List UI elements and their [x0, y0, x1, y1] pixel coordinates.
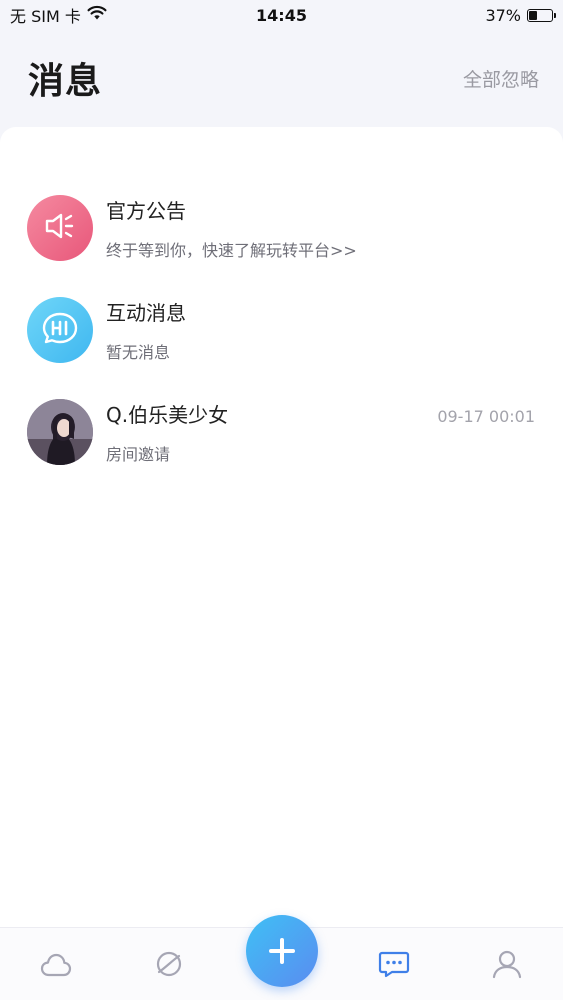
status-bar: 无 SIM 卡 14:45 37% [0, 0, 563, 30]
battery-fill [529, 10, 538, 20]
battery-percent: 37% [485, 5, 521, 25]
nav-item-profile[interactable] [477, 934, 537, 994]
wifi-icon [87, 5, 107, 25]
profile-icon [492, 950, 521, 979]
message-time: 09-17 00:01 [437, 407, 535, 426]
chat-icon [378, 951, 410, 978]
page-header: 消息 全部忽略 [0, 30, 563, 126]
message-top: 互动消息 [106, 297, 535, 326]
hi-bubble-icon [41, 311, 79, 349]
message-item-user[interactable]: Q.伯乐美少女 09-17 00:01 房间邀请 [0, 381, 563, 483]
message-top: 官方公告 [106, 195, 535, 224]
message-title: 官方公告 [106, 199, 186, 223]
message-list: 官方公告 终于等到你，快速了解玩转平台>> 互动消息 暂无消息 Q.伯乐美少女 … [0, 127, 563, 483]
message-item-interaction[interactable]: 互动消息 暂无消息 [0, 279, 563, 381]
message-title: 互动消息 [106, 301, 186, 325]
message-body: 官方公告 终于等到你，快速了解玩转平台>> [106, 195, 535, 261]
message-item-announcement[interactable]: 官方公告 终于等到你，快速了解玩转平台>> [0, 177, 563, 279]
cloud-icon [41, 953, 72, 977]
user-photo-icon [27, 399, 93, 465]
announcement-avatar [27, 195, 93, 261]
status-left: 无 SIM 卡 [10, 3, 107, 27]
message-top: Q.伯乐美少女 09-17 00:01 [106, 399, 535, 428]
interaction-avatar [27, 297, 93, 363]
create-button[interactable] [246, 915, 318, 987]
nav-item-discover[interactable] [139, 934, 199, 994]
status-right: 37% [485, 5, 556, 25]
user-avatar [27, 399, 93, 465]
message-preview: 房间邀请 [106, 445, 171, 464]
message-body: Q.伯乐美少女 09-17 00:01 房间邀请 [106, 399, 535, 465]
battery-icon [527, 8, 556, 22]
messages-screen: 无 SIM 卡 14:45 37% 消息 全部忽略 官方公告 终于等到你，快速了… [0, 0, 563, 1000]
nav-item-messages[interactable] [364, 934, 424, 994]
nav-item-home[interactable] [26, 934, 86, 994]
dismiss-all-button[interactable]: 全部忽略 [463, 65, 539, 92]
message-card: 官方公告 终于等到你，快速了解玩转平台>> 互动消息 暂无消息 Q.伯乐美少女 … [0, 127, 563, 927]
message-preview: 终于等到你，快速了解玩转平台>> [106, 241, 357, 260]
speaker-icon [43, 211, 77, 245]
message-preview: 暂无消息 [106, 343, 171, 362]
message-title: Q.伯乐美少女 [106, 403, 229, 427]
carrier-label: 无 SIM 卡 [10, 7, 81, 26]
page-title: 消息 [28, 61, 103, 102]
plus-icon [269, 938, 295, 964]
message-body: 互动消息 暂无消息 [106, 297, 535, 363]
status-time: 14:45 [256, 5, 307, 25]
planet-icon [156, 951, 181, 977]
